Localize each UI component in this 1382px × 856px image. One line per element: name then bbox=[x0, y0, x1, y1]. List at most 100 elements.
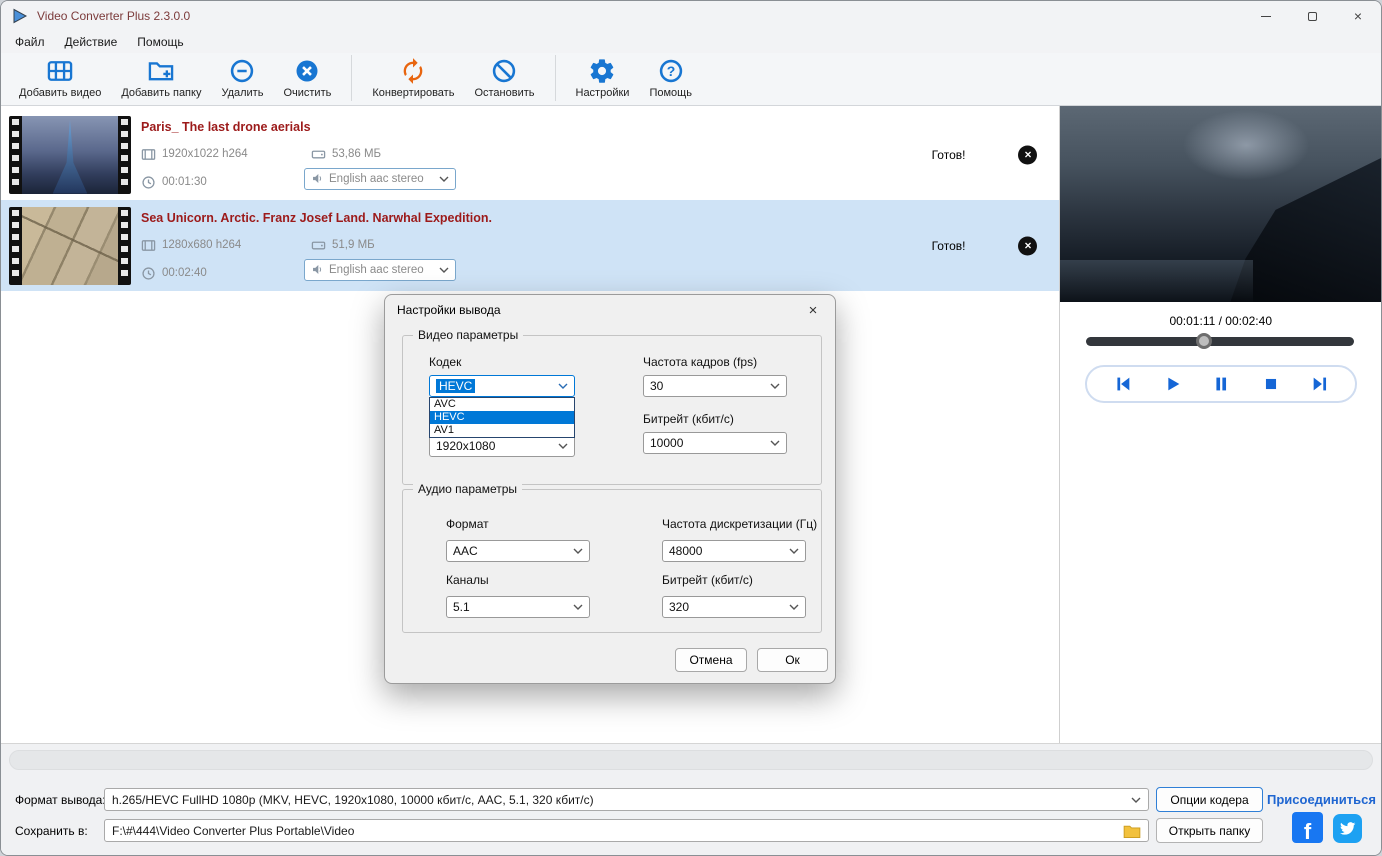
open-folder-button[interactable]: Открыть папку bbox=[1156, 818, 1263, 843]
audio-format-value: AAC bbox=[453, 544, 478, 558]
file-row-body: Sea Unicorn. Arctic. Franz Josef Land. N… bbox=[141, 207, 1051, 285]
convert-button[interactable]: Конвертировать bbox=[362, 55, 464, 101]
audio-track-select[interactable]: English aac stereo bbox=[304, 258, 456, 281]
pause-button[interactable] bbox=[1210, 373, 1232, 395]
video-thumbnail bbox=[9, 115, 131, 194]
save-to-label: Сохранить в: bbox=[15, 824, 88, 838]
codec-option-avc[interactable]: AVC bbox=[430, 398, 574, 411]
stop-button[interactable]: Остановить bbox=[464, 55, 544, 101]
audio-format-select[interactable]: AAC bbox=[446, 540, 590, 562]
channels-label: Каналы bbox=[446, 573, 489, 587]
film-icon bbox=[141, 239, 156, 251]
file-row-body: Paris_ The last drone aerials 1920x1022 … bbox=[141, 116, 1051, 194]
window-title: Video Converter Plus 2.3.0.0 bbox=[37, 9, 191, 23]
menu-file[interactable]: Файл bbox=[7, 33, 53, 51]
toolbar-separator bbox=[554, 55, 556, 101]
video-title: Paris_ The last drone aerials bbox=[141, 119, 311, 134]
audio-track-select[interactable]: English aac stereo bbox=[304, 167, 456, 190]
audio-bitrate-value: 320 bbox=[669, 600, 690, 614]
resolution-value: 1920x1080 bbox=[436, 439, 496, 453]
help-button[interactable]: ? Помощь bbox=[639, 55, 702, 101]
size-text: 53,86 МБ bbox=[332, 148, 382, 160]
minimize-icon bbox=[1261, 15, 1271, 17]
twitter-icon[interactable] bbox=[1333, 814, 1362, 843]
cancel-button[interactable]: Отмена bbox=[675, 648, 747, 672]
output-format-select[interactable]: h.265/HEVC FullHD 1080p (MKV, HEVC, 1920… bbox=[104, 788, 1149, 811]
chevron-down-icon bbox=[789, 604, 799, 610]
help-icon: ? bbox=[659, 59, 682, 83]
toolbar-label: Конвертировать bbox=[372, 87, 455, 99]
chevron-down-icon bbox=[789, 548, 799, 554]
codec-dropdown-list: AVC HEVC AV1 bbox=[429, 397, 575, 438]
resolution-select[interactable]: 1920x1080 bbox=[429, 435, 575, 457]
chevron-down-icon bbox=[573, 548, 583, 554]
preview-panel: 00:01:11 / 00:02:40 bbox=[1059, 106, 1381, 743]
video-bitrate-label: Битрейт (кбит/с) bbox=[643, 412, 734, 426]
remove-file-button[interactable]: × bbox=[1018, 145, 1038, 164]
skip-back-button[interactable] bbox=[1111, 373, 1133, 395]
video-bitrate-select[interactable]: 10000 bbox=[643, 432, 787, 454]
clear-button[interactable]: Очистить bbox=[273, 55, 341, 101]
close-button[interactable]: × bbox=[1335, 1, 1381, 31]
output-settings-dialog: Настройки вывода × Видео параметры Кодек… bbox=[384, 294, 836, 684]
video-preview[interactable] bbox=[1060, 106, 1381, 302]
video-resolution: 1280x680 h264 bbox=[141, 238, 241, 253]
video-resolution: 1920x1022 h264 bbox=[141, 147, 248, 162]
twitter-bird-icon bbox=[1339, 822, 1356, 835]
settings-button[interactable]: Настройки bbox=[566, 55, 640, 101]
audio-track-value: English aac stereo bbox=[329, 172, 424, 185]
fps-select[interactable]: 30 bbox=[643, 375, 787, 397]
delete-icon bbox=[231, 59, 254, 83]
ok-button[interactable]: Ок bbox=[757, 648, 828, 672]
codec-select[interactable]: HEVC bbox=[429, 375, 575, 397]
maximize-button[interactable] bbox=[1289, 1, 1335, 31]
menu-help[interactable]: Помощь bbox=[129, 33, 191, 51]
status-label: Готов! bbox=[931, 147, 966, 162]
save-path-input[interactable]: F:\#\444\Video Converter Plus Portable\V… bbox=[104, 819, 1149, 842]
stop-playback-button[interactable] bbox=[1260, 373, 1282, 395]
add-folder-button[interactable]: Добавить папку bbox=[111, 55, 211, 101]
samplerate-select[interactable]: 48000 bbox=[662, 540, 806, 562]
add-video-button[interactable]: Добавить видео bbox=[9, 55, 111, 101]
chevron-down-icon bbox=[573, 604, 583, 610]
file-row[interactable]: Paris_ The last drone aerials 1920x1022 … bbox=[1, 109, 1059, 200]
fps-label: Частота кадров (fps) bbox=[643, 355, 758, 369]
encoder-options-button[interactable]: Опции кодера bbox=[1156, 787, 1263, 812]
skip-forward-button[interactable] bbox=[1310, 373, 1332, 395]
resolution-text: 1280x680 h264 bbox=[162, 239, 242, 251]
toolbar-label: Помощь bbox=[649, 87, 692, 99]
audio-bitrate-select[interactable]: 320 bbox=[662, 596, 806, 618]
delete-button[interactable]: Удалить bbox=[211, 55, 273, 101]
playback-time: 00:01:11 / 00:02:40 bbox=[1169, 314, 1272, 328]
toolbar-label: Удалить bbox=[221, 87, 264, 99]
menu-action[interactable]: Действие bbox=[57, 33, 126, 51]
join-link[interactable]: Присоединиться bbox=[1267, 792, 1376, 807]
skip-forward-icon bbox=[1313, 377, 1326, 391]
codec-option-av1[interactable]: AV1 bbox=[430, 424, 574, 437]
disk-icon bbox=[311, 241, 326, 249]
clock-icon bbox=[142, 266, 155, 280]
codec-option-hevc[interactable]: HEVC bbox=[430, 411, 574, 424]
play-button[interactable] bbox=[1161, 373, 1183, 395]
minimize-button[interactable] bbox=[1243, 1, 1289, 31]
window-controls: × bbox=[1243, 1, 1381, 31]
dialog-close-button[interactable]: × bbox=[791, 295, 835, 325]
video-parameters-legend: Видео параметры bbox=[413, 328, 524, 342]
facebook-icon[interactable]: f bbox=[1292, 812, 1323, 843]
clear-icon bbox=[296, 60, 318, 82]
toolbar-label: Добавить папку bbox=[121, 87, 202, 99]
dialog-titlebar: Настройки вывода × bbox=[385, 295, 835, 325]
video-duration: 00:02:40 bbox=[141, 266, 207, 281]
audio-format-label: Формат bbox=[446, 517, 489, 531]
video-size: 53,86 МБ bbox=[311, 147, 381, 162]
seek-bar[interactable] bbox=[1086, 333, 1355, 349]
remove-file-button[interactable]: × bbox=[1018, 236, 1038, 255]
file-row[interactable]: Sea Unicorn. Arctic. Franz Josef Land. N… bbox=[1, 200, 1060, 291]
stop-playback-icon bbox=[1266, 378, 1277, 390]
audio-track-value: English aac stereo bbox=[329, 263, 424, 276]
samplerate-value: 48000 bbox=[669, 544, 703, 558]
channels-select[interactable]: 5.1 bbox=[446, 596, 590, 618]
folder-icon[interactable] bbox=[1123, 824, 1141, 838]
seek-thumb[interactable] bbox=[1196, 333, 1213, 349]
duration-text: 00:01:30 bbox=[162, 176, 207, 188]
